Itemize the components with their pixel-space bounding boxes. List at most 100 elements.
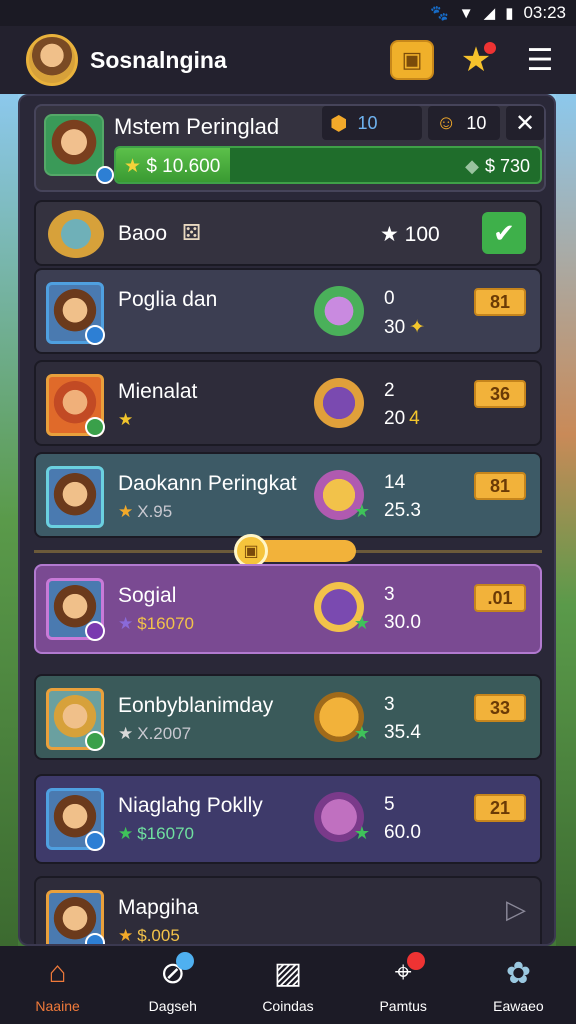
rank-badge: 36 xyxy=(474,380,526,408)
progress-left-value: $ 10.600 xyxy=(146,156,221,177)
pet-icon: ◆ xyxy=(465,156,479,176)
list-item-sub: $.005 xyxy=(137,926,180,945)
list-item[interactable]: Daokann Peringkat ★ X.95 ★ 14 25.3 81 xyxy=(34,452,542,538)
star-icon: ★ xyxy=(118,502,134,521)
creature-icon: ★ xyxy=(314,582,370,633)
stat-primary: 14 xyxy=(384,472,406,493)
list-item-name: Baoo xyxy=(118,222,168,245)
star-icon: ★ xyxy=(124,156,147,177)
portrait-image xyxy=(46,890,105,944)
wifi-icon: ▼ xyxy=(458,4,474,22)
stat-secondary: 30 xyxy=(384,317,406,338)
score-value: 100 xyxy=(404,223,440,246)
level-badge xyxy=(85,731,105,751)
creature-icon: ★ xyxy=(314,692,370,743)
stat-secondary: 20 xyxy=(384,408,406,429)
stat-secondary: 35.4 xyxy=(384,722,421,743)
star-icon: ★ xyxy=(353,613,370,633)
nav-item-home[interactable]: ⌂ Naaine xyxy=(0,946,115,1024)
top-bar: Sosnalngina ▣ ★ ☰ xyxy=(0,26,576,94)
nav-item-team[interactable]: ✿ Eawaeo xyxy=(461,946,576,1024)
emblem-icon xyxy=(48,210,104,258)
slider-handle[interactable]: ▣ xyxy=(234,534,268,568)
list-item-name: Sogial xyxy=(118,584,177,607)
background-left xyxy=(0,94,18,946)
list-item[interactable]: Poglia dan 0 30 ✦ 81 xyxy=(34,268,542,354)
menu-button[interactable]: ☰ xyxy=(518,40,562,80)
star-icon: ★ xyxy=(118,614,134,633)
nav-item-shop[interactable]: ⌖ Pamtus xyxy=(346,946,461,1024)
list-item-name: Niaglahg Poklly xyxy=(118,794,263,817)
star-icon: ★ xyxy=(118,410,134,429)
favorites-button[interactable]: ★ xyxy=(454,40,498,80)
level-badge xyxy=(85,417,105,437)
stat-primary: 3 xyxy=(384,584,395,605)
list-item[interactable]: Niaglahg Poklly ★ $16070 ★ 5 60.0 21 xyxy=(34,774,542,864)
home-icon: ⌂ xyxy=(48,956,67,989)
list-item-highlighted[interactable]: Sogial ★ $16070 ★ 3 30.0 .01 xyxy=(34,564,542,654)
progress-bar: ★ $ 10.600 ◆ $ 730 xyxy=(114,146,542,184)
portrait-image xyxy=(46,788,105,851)
star-icon: ★ xyxy=(118,824,134,843)
nav-label: Coindas xyxy=(262,998,314,1014)
list-item-name: Eonbyblanimday xyxy=(118,694,274,717)
confirm-button[interactable]: ✔ xyxy=(482,212,526,254)
rank-badge: 21 xyxy=(474,794,526,822)
page-title: Sosnalngina xyxy=(90,46,227,73)
leaderboard-panel: Mstem Peringlad ⬢ 10 ☺ 10 ✕ ★ $ 10.600 ◆ $ … xyxy=(18,94,556,946)
notification-dot xyxy=(406,952,425,970)
dice-icon: ⚄ xyxy=(182,220,202,245)
check-icon: ✔ xyxy=(493,217,515,248)
rank-badge: .01 xyxy=(474,584,526,612)
level-badge xyxy=(85,933,105,944)
close-button[interactable]: ✕ xyxy=(506,106,544,140)
star-icon: ★ xyxy=(380,223,405,246)
list-item-name: Mienalat xyxy=(118,380,198,403)
friends-chip[interactable]: ☺ 10 xyxy=(428,106,500,140)
rank-badge: 81 xyxy=(474,472,526,500)
star-icon: ★ xyxy=(353,823,370,843)
play-icon[interactable]: ▷ xyxy=(506,894,526,925)
player-name: Mstem Peringlad xyxy=(114,114,280,139)
level-badge xyxy=(85,325,105,345)
portrait-image xyxy=(46,466,104,528)
nav-item-explore[interactable]: ⊘ Dagseh xyxy=(115,946,230,1024)
nav-label: Naaine xyxy=(35,998,80,1014)
star-icon: ★ xyxy=(353,723,370,743)
stat-primary: 5 xyxy=(384,794,395,815)
gem-chip[interactable]: ⬢ 10 xyxy=(322,106,422,140)
avatar[interactable] xyxy=(26,34,78,86)
rank-badge: 81 xyxy=(474,288,526,316)
chest-button[interactable]: ▣ xyxy=(390,40,434,80)
star-icon: ★ xyxy=(118,724,134,743)
stat-primary: 3 xyxy=(384,694,395,715)
creature-icon xyxy=(314,378,364,428)
progress-right-value: $ 730 xyxy=(484,156,530,176)
portrait-image xyxy=(46,282,105,345)
nav-item-stats[interactable]: ▨ Coindas xyxy=(230,946,345,1024)
list-item-sub: X.2007 xyxy=(137,724,192,743)
level-badge xyxy=(85,831,105,851)
list-item[interactable]: Eonbyblanimday ★ X.2007 ★ 3 35.4 33 xyxy=(34,674,542,760)
level-badge xyxy=(96,166,114,184)
bottom-nav: ⌂ Naaine ⊘ Dagseh ▨ Coindas ⌖ Pamtus ✿ E… xyxy=(0,946,576,1024)
stat-primary: 2 xyxy=(384,380,395,401)
creature-icon xyxy=(314,286,364,336)
stat-primary: 0 xyxy=(384,288,395,309)
list-item[interactable]: Mienalat ★ 2 20 4 36 xyxy=(34,360,542,446)
level-badge xyxy=(85,621,105,641)
list-item-name: Daokann Peringkat xyxy=(118,472,297,495)
status-bar: 🐾 ▼ ◢ ▮ 03:23 xyxy=(0,0,576,26)
list-item[interactable]: Mapgiha ★ $.005 ▷ xyxy=(34,876,542,945)
up-arrow-icon: ✦ xyxy=(409,317,426,338)
creature-icon: ★ xyxy=(314,792,370,843)
list-item[interactable]: Baoo ⚄ ★ 100 ✔ xyxy=(34,200,542,266)
star-icon: ★ xyxy=(118,926,134,945)
chest-icon: ▣ xyxy=(401,47,423,72)
cat-icon: 🐾 xyxy=(430,5,449,22)
list-item-sub: $16070 xyxy=(137,824,194,843)
signal-icon: ◢ xyxy=(483,5,496,22)
list-item-name: Mapgiha xyxy=(118,896,199,919)
notification-dot xyxy=(484,42,496,54)
player-portrait xyxy=(44,114,114,184)
